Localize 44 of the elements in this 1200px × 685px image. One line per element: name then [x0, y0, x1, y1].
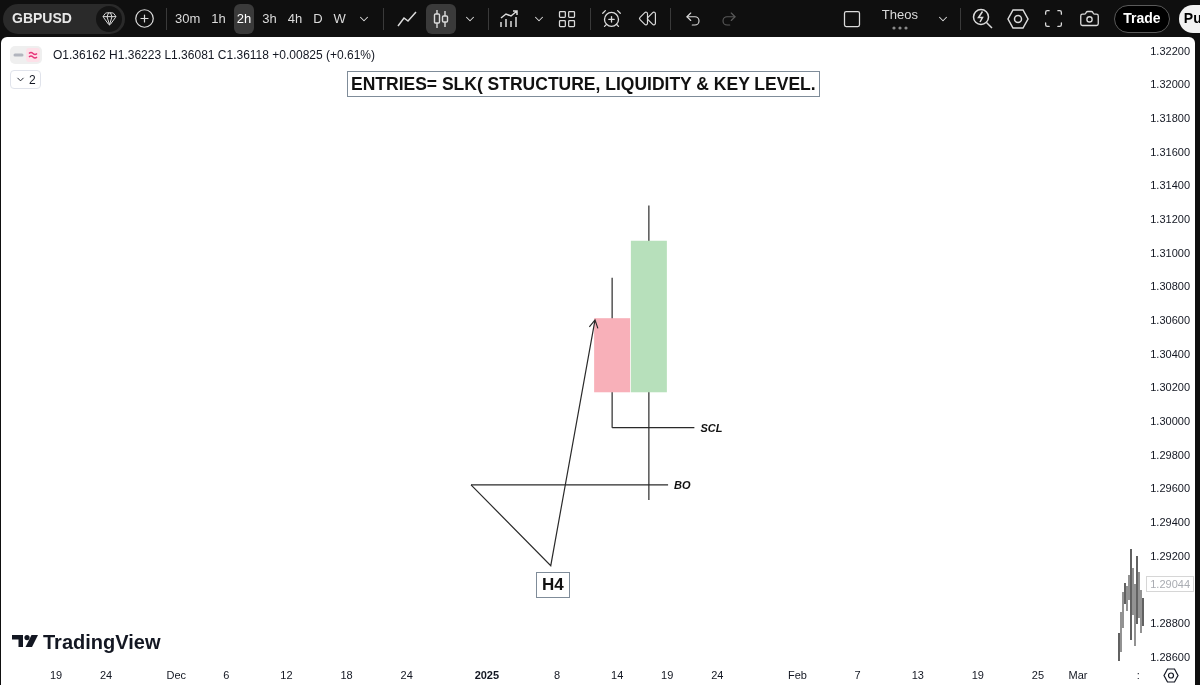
time-label: 19: [971, 668, 984, 683]
time-label: 25: [1031, 668, 1045, 683]
timeframe-label: H4: [536, 572, 570, 598]
price-label: 1.31200: [1150, 211, 1190, 226]
price-label: 1.30600: [1150, 312, 1190, 327]
price-label: 1.29400: [1150, 514, 1190, 529]
time-label: Feb: [788, 668, 807, 683]
time-label: 13: [911, 668, 924, 683]
time-label: 7: [854, 668, 861, 683]
price-label: 1.31800: [1150, 110, 1190, 125]
price-label: 1.32000: [1150, 77, 1190, 92]
line-label: BO: [674, 477, 691, 493]
price-label: 1.29200: [1150, 548, 1190, 563]
time-label: 12: [280, 668, 293, 683]
time-label: 2025: [474, 668, 500, 683]
price-label: 1.31000: [1150, 245, 1190, 260]
price-label: 1.30000: [1150, 413, 1190, 428]
price-label: 1.28600: [1150, 649, 1190, 664]
time-label: 24: [711, 668, 724, 683]
price-label: 1.28800: [1150, 615, 1190, 630]
ohlc-values: O1.36162 H1.36223 L1.36081 C1.36118 +0.00825 (+0.61%): [53, 47, 376, 64]
price-label: 1.30200: [1150, 380, 1190, 395]
time-label: :: [1136, 668, 1140, 683]
time-label: 24: [99, 668, 113, 683]
chart-title: ENTRIES= SLK( STRUCTURE, LIQUIDITY & KEY LEVEL.: [347, 71, 820, 97]
price-label: 1.32200: [1150, 43, 1190, 58]
brand-name: TradingView: [43, 630, 161, 654]
price-label: 1.31600: [1150, 144, 1190, 159]
time-label: 19: [661, 668, 674, 683]
price-label: 1.31400: [1150, 178, 1190, 193]
time-label: 14: [611, 668, 624, 683]
last-price-label: 1.29044: [1146, 576, 1194, 592]
line-label: SCL: [700, 420, 723, 436]
time-label: 6: [223, 668, 230, 683]
time-label: 8: [553, 668, 561, 683]
time-label: Mar: [1068, 668, 1088, 683]
time-label: 18: [340, 668, 353, 683]
time-label: Dec: [166, 668, 186, 683]
time-label: 24: [400, 668, 413, 683]
time-label: 19: [49, 668, 63, 683]
price-label: 1.30400: [1150, 346, 1190, 361]
price-label: 1.29800: [1150, 447, 1190, 462]
price-label: 1.29600: [1150, 481, 1190, 496]
price-label: 1.30800: [1150, 279, 1190, 294]
